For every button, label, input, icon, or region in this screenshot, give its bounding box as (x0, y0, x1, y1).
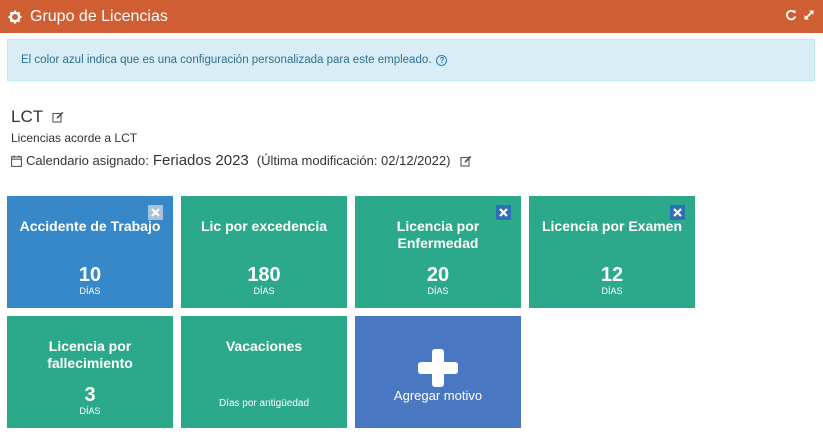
tile-days-value: 3 (84, 384, 96, 406)
calendar-assignment: Calendario asignado: Feriados 2023 (Últi… (11, 152, 472, 169)
tile-title: Accidente de Trabajo (19, 218, 161, 234)
edit-icon[interactable] (52, 111, 64, 123)
tile-days-unit: DÍAS (79, 406, 101, 416)
panel-header: Grupo de Licencias (0, 0, 823, 33)
close-icon[interactable] (148, 205, 163, 220)
panel-title: Grupo de Licencias (30, 7, 168, 25)
calendar-name: Feriados 2023 (152, 152, 249, 169)
tile-days-value: 10 (78, 264, 102, 286)
tile-title: Vacaciones (225, 338, 303, 354)
tile-licencia-por-enfermedad[interactable]: Licencia por Enfermedad 20 DÍAS (355, 196, 521, 308)
close-icon[interactable] (496, 205, 511, 220)
tile-subtitle: Días por antigüedad (218, 398, 310, 409)
close-icon[interactable] (670, 205, 685, 220)
plus-icon (418, 349, 458, 387)
tile-days-value: 20 (426, 264, 450, 286)
help-icon[interactable]: ? (436, 54, 448, 66)
calendar-label: Calendario asignado: (26, 153, 149, 168)
add-reason-label: Agregar motivo (393, 388, 483, 403)
tile-days-unit: DÍAS (427, 286, 449, 296)
tile-licencia-por-examen[interactable]: Licencia por Examen 12 DÍAS (529, 196, 695, 308)
calendar-icon (11, 155, 22, 167)
tile-days-unit: DÍAS (79, 286, 101, 296)
expand-icon[interactable] (803, 9, 815, 21)
tile-title: Licencia por fallecimiento (47, 338, 133, 371)
tile-lic-por-excedencia[interactable]: Lic por excedencia 180 DÍAS (181, 196, 347, 308)
info-text: El color azul indica que es una configur… (21, 54, 432, 66)
tile-accidente-de-trabajo[interactable]: Accidente de Trabajo 10 DÍAS (7, 196, 173, 308)
info-alert: El color azul indica que es una configur… (7, 39, 815, 81)
tile-title: Licencia por Examen (541, 218, 683, 234)
tile-licencia-por-fallecimiento[interactable]: Licencia por fallecimiento 3 DÍAS (7, 316, 173, 428)
tile-days-unit: DÍAS (601, 286, 623, 296)
group-name: LCT (11, 107, 64, 127)
tile-vacaciones[interactable]: Vacaciones Días por antigüedad (181, 316, 347, 428)
add-reason-button[interactable]: Agregar motivo (355, 316, 521, 428)
tile-days-unit: DÍAS (253, 286, 275, 296)
tile-title: Lic por excedencia (200, 218, 328, 234)
edit-icon[interactable] (460, 155, 472, 167)
last-modified: (Última modificación: 02/12/2022) (256, 153, 451, 168)
gear-icon (8, 10, 22, 24)
group-description: Licencias acorde a LCT (11, 131, 138, 145)
group-name-text: LCT (11, 107, 44, 126)
tile-title: Licencia por Enfermedad (396, 218, 480, 251)
refresh-icon[interactable] (785, 9, 797, 21)
tile-days-value: 180 (247, 264, 281, 286)
tile-days-value: 12 (600, 264, 624, 286)
